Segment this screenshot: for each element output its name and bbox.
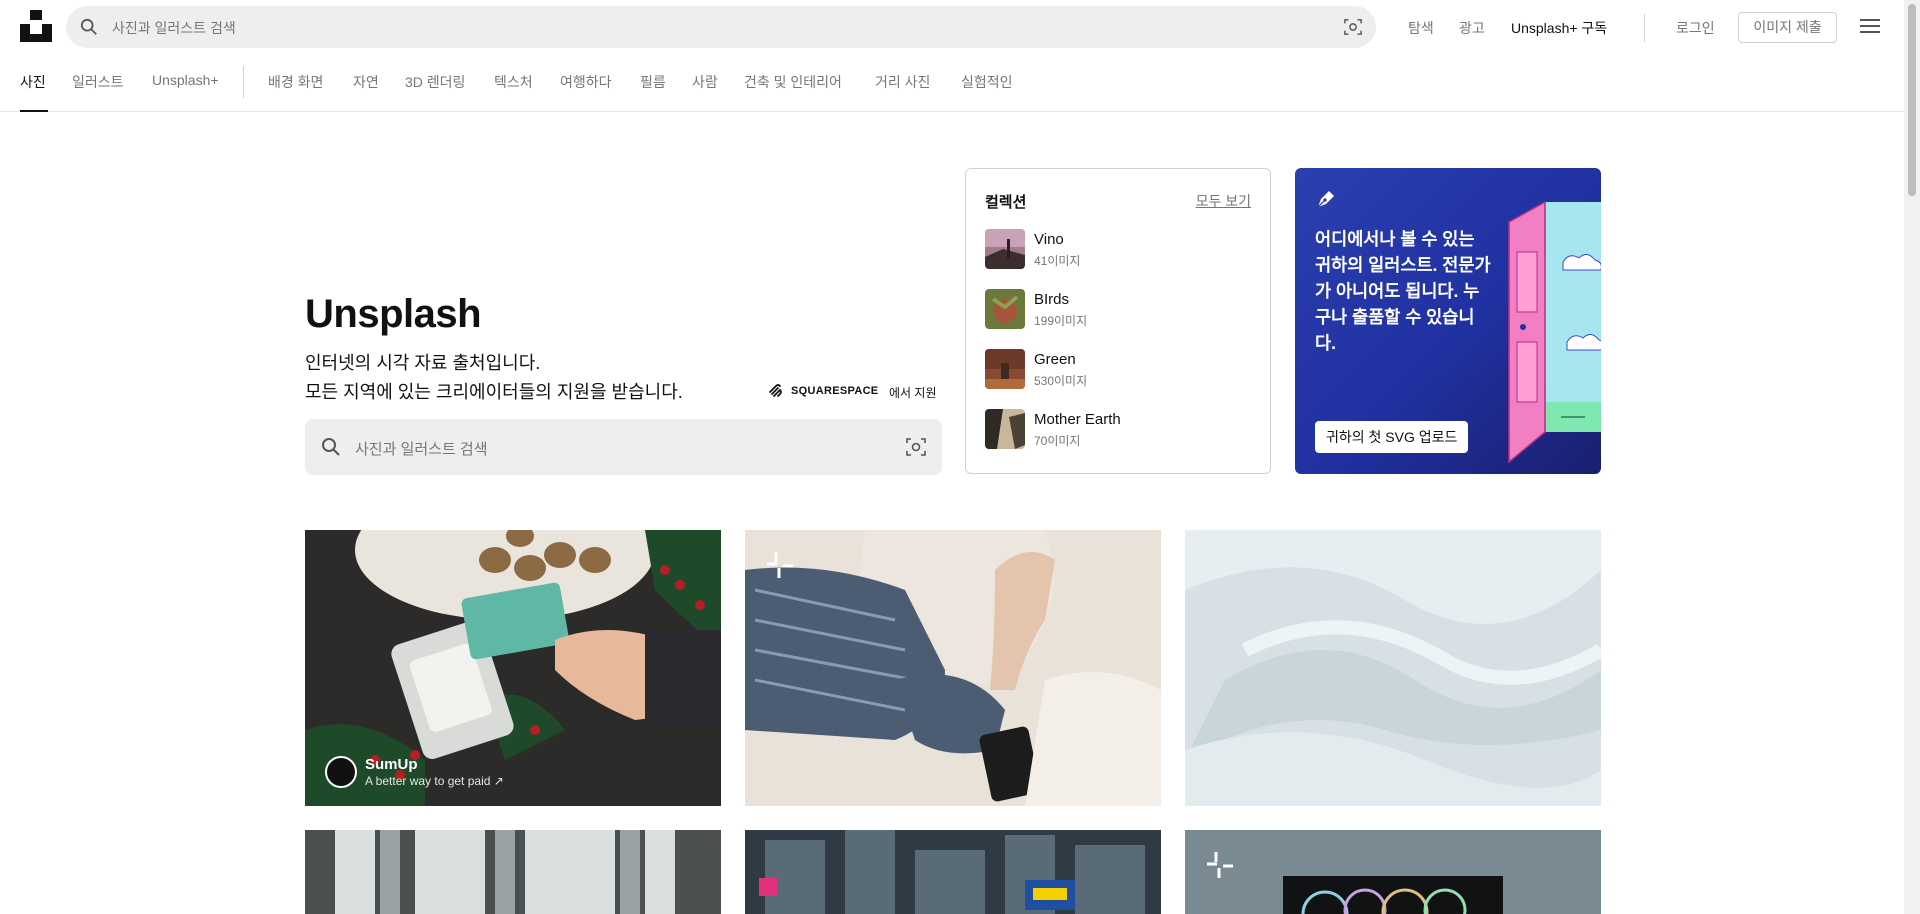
- photo-person-on-bed[interactable]: [745, 530, 1161, 806]
- search-icon[interactable]: [321, 437, 341, 457]
- door-illustration: [1508, 200, 1601, 464]
- illustration-promo-card[interactable]: 어디에서나 볼 수 있는 귀하의 일러스트. 전문가가 아니어도 됩니다. 누구…: [1295, 168, 1601, 474]
- photo-city-aerial[interactable]: [745, 830, 1161, 914]
- top-search-bar[interactable]: 사진과 일러스트 검색: [66, 6, 1376, 48]
- hero-subtitle-line1: 인터넷의 시각 자료 출처입니다.: [305, 353, 541, 373]
- unsplash-plus-badge-icon: [1207, 852, 1233, 878]
- search-icon[interactable]: [80, 18, 98, 36]
- collection-name: BIrds: [1034, 291, 1070, 308]
- photo-soap-bubbles[interactable]: [1185, 830, 1601, 914]
- collection-item-mother-earth[interactable]: Mother Earth 70이미지: [985, 409, 1245, 451]
- hero-subtitle-line2: 모든 지역에 있는 크리에이터들의 지원을 받습니다.: [305, 382, 683, 402]
- tab-illustrations[interactable]: 일러스트: [72, 72, 124, 92]
- top-bar: 사진과 일러스트 검색 탐색 광고 Unsplash+ 구독 로그인 이미지 제…: [0, 0, 1904, 54]
- menu-icon[interactable]: [1860, 18, 1880, 34]
- collection-item-birds[interactable]: BIrds 199이미지: [985, 289, 1245, 331]
- nav-login[interactable]: 로그인: [1676, 18, 1715, 38]
- top-search-placeholder: 사진과 일러스트 검색: [112, 20, 236, 36]
- category-tabs: 사진 일러스트 Unsplash+ 배경 화면 자연 3D 렌더링 텍스처 여행…: [0, 54, 1904, 112]
- squarespace-logo[interactable]: SQUARESPACE: [767, 382, 878, 400]
- visual-search-icon[interactable]: [906, 437, 926, 457]
- hero-title: Unsplash: [305, 292, 482, 336]
- nav-unsplash-plus[interactable]: Unsplash+ 구독: [1511, 18, 1607, 38]
- tab-film[interactable]: 필름: [640, 72, 666, 92]
- header-divider: [1644, 14, 1645, 42]
- tab-travel[interactable]: 여행하다: [560, 72, 612, 92]
- pen-nib-icon: [1317, 191, 1334, 208]
- tab-street-photography[interactable]: 거리 사진: [875, 72, 930, 92]
- sponsor-tagline: A better way to get paid ↗: [365, 774, 504, 788]
- promo-text: 어디에서나 볼 수 있는 귀하의 일러스트. 전문가가 아니어도 됩니다. 누구…: [1315, 229, 1491, 353]
- collection-count: 199이미지: [1034, 314, 1088, 328]
- tab-architecture-interiors[interactable]: 건축 및 인테리어: [744, 72, 842, 92]
- squarespace-brand: SQUARESPACE: [791, 385, 879, 397]
- upload-svg-button[interactable]: 귀하의 첫 SVG 업로드: [1315, 421, 1469, 453]
- tab-people[interactable]: 사람: [692, 72, 718, 92]
- hero-search-bar[interactable]: 사진과 일러스트 검색: [305, 419, 942, 475]
- tab-textures[interactable]: 텍스처: [494, 72, 533, 92]
- photo-sumup-payment[interactable]: SumUp A better way to get paid ↗: [305, 530, 721, 806]
- collection-count: 41이미지: [1034, 254, 1081, 268]
- tab-3d-renders[interactable]: 3D 렌더링: [405, 72, 465, 92]
- photo-white-fabric-waves[interactable]: [1185, 530, 1601, 806]
- collection-item-green[interactable]: Green 530이미지: [985, 349, 1245, 391]
- collection-name: Vino: [1034, 231, 1064, 248]
- collections-card: 컬렉션 모두 보기 Vino 41이미지 BIrds 199이미지 Green …: [965, 168, 1271, 474]
- page-scrollbar[interactable]: [1904, 0, 1920, 914]
- tab-photos[interactable]: 사진: [20, 72, 46, 92]
- collection-thumbnail: [985, 409, 1025, 449]
- active-tab-indicator: [20, 110, 48, 112]
- scrollbar-thumb[interactable]: [1908, 4, 1916, 196]
- tab-nature[interactable]: 자연: [353, 72, 379, 92]
- collection-name: Green: [1034, 351, 1076, 368]
- collection-thumbnail: [985, 349, 1025, 389]
- collections-title: 컬렉션: [985, 194, 1027, 211]
- tab-unsplash-plus[interactable]: Unsplash+: [152, 72, 219, 88]
- nav-advertise[interactable]: 광고: [1459, 18, 1485, 38]
- tab-experimental[interactable]: 실험적인: [961, 72, 1013, 92]
- collection-count: 70이미지: [1034, 434, 1081, 448]
- submit-image-button[interactable]: 이미지 제출: [1738, 12, 1837, 43]
- unsplash-logo-icon[interactable]: [20, 10, 52, 42]
- collection-thumbnail: [985, 289, 1025, 329]
- tab-wallpapers[interactable]: 배경 화면: [268, 72, 323, 92]
- sponsor-name: SumUp: [365, 756, 418, 773]
- squarespace-icon: [769, 384, 782, 397]
- collection-thumbnail: [985, 229, 1025, 269]
- see-all-link[interactable]: 모두 보기: [1196, 191, 1251, 211]
- collection-name: Mother Earth: [1034, 411, 1121, 428]
- unsplash-plus-badge-icon: [767, 552, 793, 578]
- sponsor-suffix: 에서 지원: [889, 386, 937, 400]
- tabs-divider: [243, 66, 244, 98]
- visual-search-icon[interactable]: [1344, 18, 1362, 36]
- collection-count: 530이미지: [1034, 374, 1088, 388]
- hero-search-placeholder: 사진과 일러스트 검색: [355, 441, 488, 458]
- photo-waterfall[interactable]: [305, 830, 721, 914]
- nav-explore[interactable]: 탐색: [1408, 18, 1434, 38]
- sumup-logo-icon: [325, 756, 357, 788]
- collection-item-vino[interactable]: Vino 41이미지: [985, 229, 1245, 271]
